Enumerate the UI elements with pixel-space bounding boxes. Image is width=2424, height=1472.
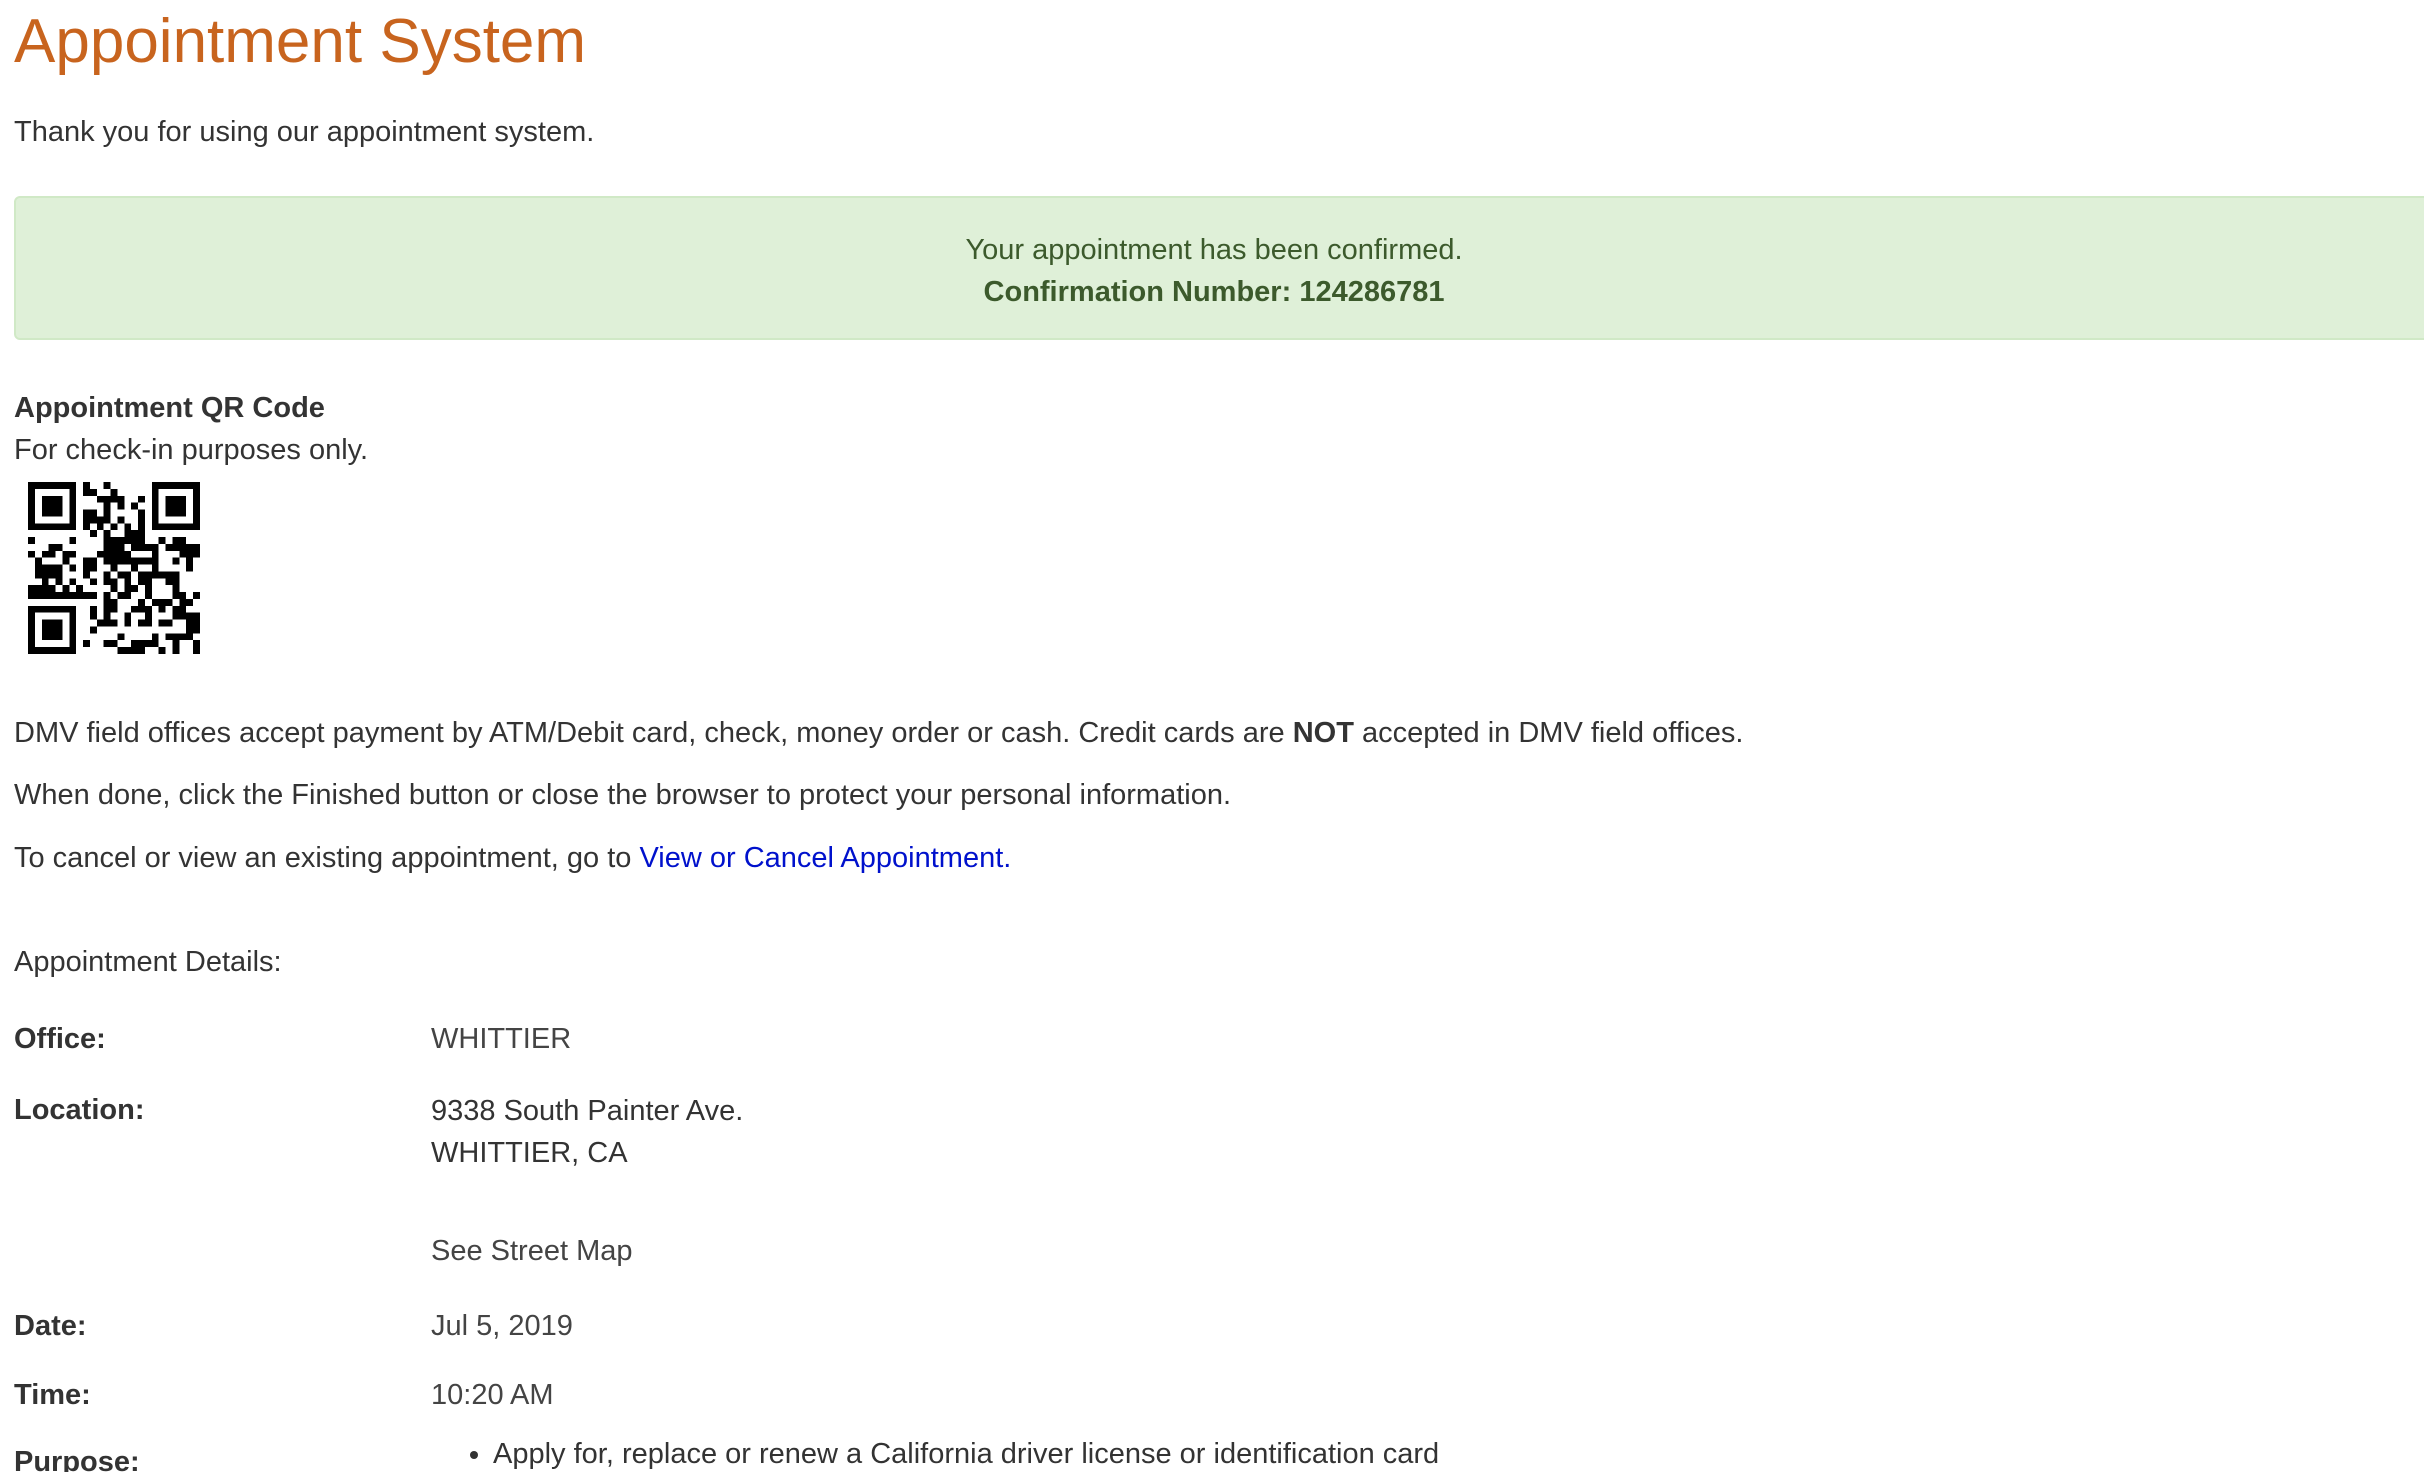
view-cancel-appointment-link[interactable]: View or Cancel Appointment. xyxy=(639,842,1011,874)
qr-code-image xyxy=(28,482,200,654)
office-value: WHITTIER xyxy=(431,1023,572,1055)
time-value: 10:20 AM xyxy=(431,1379,554,1411)
office-label: Office: xyxy=(14,1023,106,1055)
payment-info: DMV field offices accept payment by ATM/… xyxy=(14,713,1743,753)
location-label: Location: xyxy=(14,1094,145,1126)
cancel-text: To cancel or view an existing appointmen… xyxy=(14,842,640,874)
date-label: Date: xyxy=(14,1310,87,1342)
page-title: Appointment System xyxy=(14,7,587,76)
address-line-2: WHITTIER, CA xyxy=(431,1137,628,1169)
confirmation-number-label: Confirmation Number: xyxy=(983,276,1292,308)
appointment-details-heading: Appointment Details: xyxy=(14,946,282,978)
purpose-list: Apply for, replace or renew a California… xyxy=(431,1434,1439,1472)
payment-text-end: accepted in DMV field offices. xyxy=(1353,717,1744,749)
purpose-item: Apply for, replace or renew a California… xyxy=(493,1434,1439,1472)
qr-code-heading: Appointment QR Code xyxy=(14,392,325,424)
confirmation-message: Your appointment has been confirmed. xyxy=(965,234,1463,266)
payment-emphasis: NOT xyxy=(1292,717,1354,749)
confirmation-page: Appointment System Thank you for using o… xyxy=(14,0,2424,1472)
time-label: Time: xyxy=(14,1379,91,1411)
date-value: Jul 5, 2019 xyxy=(431,1310,573,1342)
confirmation-alert: Your appointment has been confirmed. Con… xyxy=(14,196,2424,340)
confirmation-number-line: Confirmation Number: 124286781 xyxy=(16,272,2412,312)
address-line-1: 9338 South Painter Ave. xyxy=(431,1095,744,1127)
qr-code-subtext: For check-in purposes only. xyxy=(14,434,369,466)
purpose-label: Purpose: xyxy=(14,1446,140,1472)
confirmation-number: 124286781 xyxy=(1299,276,1445,308)
see-street-map-link[interactable]: See Street Map xyxy=(431,1231,633,1271)
cancel-instructions: To cancel or view an existing appointmen… xyxy=(14,838,1011,878)
payment-text-start: DMV field offices accept payment by ATM/… xyxy=(14,717,1293,749)
finished-instructions: When done, click the Finished button or … xyxy=(14,779,1232,811)
thank-you-text: Thank you for using our appointment syst… xyxy=(14,116,595,148)
